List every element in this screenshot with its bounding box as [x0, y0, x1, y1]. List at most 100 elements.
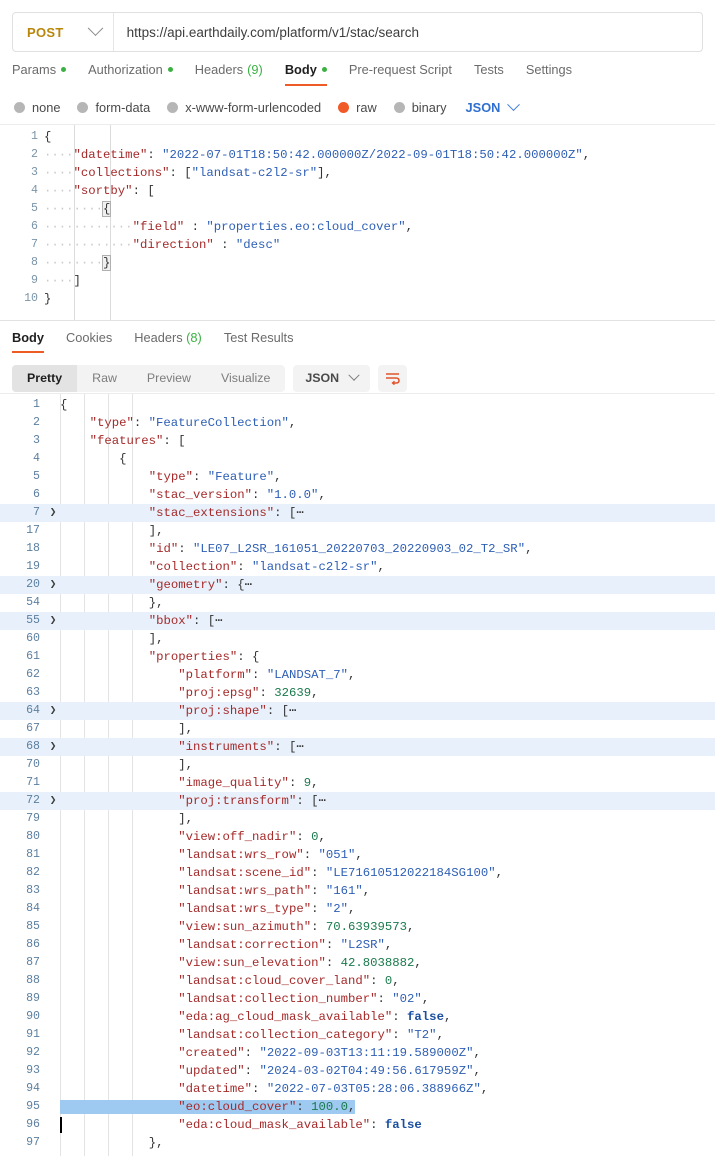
fold-toggle-icon[interactable]: ❯ — [46, 504, 60, 522]
code-line[interactable]: 17 ], — [0, 522, 715, 540]
response-tab-body[interactable]: Body — [12, 330, 44, 353]
tab-headers[interactable]: Headers (9) — [195, 62, 274, 86]
code-line[interactable]: 7 ············"direction" : "desc" — [0, 236, 715, 254]
code-line[interactable]: 62 "platform": "LANDSAT_7", — [0, 666, 715, 684]
tab-authorization[interactable]: Authorization — [88, 62, 184, 86]
code-line[interactable]: 61 "properties": { — [0, 648, 715, 666]
fold-toggle-icon[interactable]: ❯ — [46, 702, 60, 720]
code-line[interactable]: 80 "view:off_nadir": 0, — [0, 828, 715, 846]
code-line[interactable]: 4 { — [0, 450, 715, 468]
code-line[interactable]: 10} — [0, 290, 715, 308]
code-line[interactable]: 67 ], — [0, 720, 715, 738]
fold-toggle-icon[interactable]: ❯ — [46, 792, 60, 810]
body-type-raw[interactable]: raw — [338, 100, 377, 115]
code-line[interactable]: 60 ], — [0, 630, 715, 648]
code-line[interactable]: 8 ········} — [0, 254, 715, 272]
method-selector[interactable]: POST — [13, 13, 114, 51]
body-type-binary[interactable]: binary — [393, 100, 447, 115]
code-line[interactable]: 1{ — [0, 396, 715, 414]
line-content: "landsat:collection_category": "T2", — [178, 1028, 444, 1042]
code-line[interactable]: 70 ], — [0, 756, 715, 774]
code-line[interactable]: 87 "view:sun_elevation": 42.8038882, — [0, 954, 715, 972]
code-line[interactable]: 92 "created": "2022-09-03T13:11:19.58900… — [0, 1044, 715, 1062]
code-line[interactable]: 86 "landsat:correction": "L2SR", — [0, 936, 715, 954]
code-line[interactable]: 5 ········{ — [0, 200, 715, 218]
code-line[interactable]: 95 "eo:cloud_cover": 100.0, — [0, 1098, 715, 1116]
code-line[interactable]: 3 "features": [ — [0, 432, 715, 450]
code-line[interactable]: 55 ❯ "bbox": [⋯ — [0, 612, 715, 630]
line-number: 97 — [26, 1136, 40, 1149]
tab-params[interactable]: Params — [12, 62, 77, 86]
body-type-none[interactable]: none — [14, 100, 60, 115]
code-line[interactable]: 7 ❯ "stac_extensions": [⋯ — [0, 504, 715, 522]
code-line[interactable]: 97 }, — [0, 1134, 715, 1152]
code-line[interactable]: 88 "landsat:cloud_cover_land": 0, — [0, 972, 715, 990]
code-line[interactable]: 5 "type": "Feature", — [0, 468, 715, 486]
line-number: 80 — [26, 830, 40, 843]
body-type-form-data[interactable]: form-data — [77, 100, 150, 115]
line-content: "stac_extensions": [⋯ — [148, 506, 304, 520]
line-number: 7 — [33, 506, 40, 519]
code-line[interactable]: 81 "landsat:wrs_row": "051", — [0, 846, 715, 864]
tab-tests[interactable]: Tests — [474, 62, 515, 86]
code-line[interactable]: 6 ············"field" : "properties.eo:cl… — [0, 218, 715, 236]
response-tab-headers[interactable]: Headers (8) — [134, 330, 202, 353]
code-line[interactable]: 84 "landsat:wrs_type": "2", — [0, 900, 715, 918]
code-line[interactable]: 79 ], — [0, 810, 715, 828]
code-line[interactable]: 96 "eda:cloud_mask_available": false — [0, 1116, 715, 1134]
line-number: 82 — [26, 866, 40, 879]
wrap-lines-button[interactable] — [378, 364, 408, 392]
code-line[interactable]: 2 "type": "FeatureCollection", — [0, 414, 715, 432]
code-line[interactable]: 90 "eda:ag_cloud_mask_available": false, — [0, 1008, 715, 1026]
body-format-selector[interactable]: JSON — [466, 97, 521, 115]
code-line[interactable]: 4 ····"sortby": [ — [0, 182, 715, 200]
code-line[interactable]: 68 ❯ "instruments": [⋯ — [0, 738, 715, 756]
radio-icon — [77, 101, 89, 113]
line-number: 89 — [26, 992, 40, 1005]
response-tab-test-results[interactable]: Test Results — [224, 330, 294, 353]
request-body-editor[interactable]: 1{2 ····"datetime": "2022-07-01T18:50:42.… — [0, 124, 715, 321]
tab-settings[interactable]: Settings — [526, 62, 583, 86]
body-type-urlencoded[interactable]: x-www-form-urlencoded — [167, 100, 321, 115]
format-pretty[interactable]: Pretty — [12, 364, 78, 392]
fold-toggle-icon[interactable]: ❯ — [46, 576, 60, 594]
code-line[interactable]: 6 "stac_version": "1.0.0", — [0, 486, 715, 504]
code-line[interactable]: 93 "updated": "2024-03-02T04:49:56.61795… — [0, 1062, 715, 1080]
code-line[interactable]: 91 "landsat:collection_category": "T2", — [0, 1026, 715, 1044]
code-line[interactable]: 63 "proj:epsg": 32639, — [0, 684, 715, 702]
tab-body[interactable]: Body — [284, 62, 338, 86]
code-line[interactable]: 1{ — [0, 128, 715, 146]
tab-headers-label: Headers — [194, 62, 244, 77]
fold-toggle-icon[interactable]: ❯ — [46, 738, 60, 756]
code-line[interactable]: 3 ····"collections": ["landsat-c2l2-sr"], — [0, 164, 715, 182]
response-format-selector[interactable]: JSON — [293, 364, 371, 392]
line-number: 5 — [31, 202, 38, 215]
code-line[interactable]: 72 ❯ "proj:transform": [⋯ — [0, 792, 715, 810]
code-line[interactable]: 2 ····"datetime": "2022-07-01T18:50:42.00… — [0, 146, 715, 164]
code-line[interactable]: 85 "view:sun_azimuth": 70.63939573, — [0, 918, 715, 936]
code-line[interactable]: 83 "landsat:wrs_path": "161", — [0, 882, 715, 900]
code-line[interactable]: 9 ····] — [0, 272, 715, 290]
format-raw[interactable]: Raw — [77, 365, 132, 392]
code-line[interactable]: 94 "datetime": "2022-07-03T05:28:06.3889… — [0, 1080, 715, 1098]
code-line[interactable]: 19 "collection": "landsat-c2l2-sr", — [0, 558, 715, 576]
url-input[interactable]: https://api.earthdaily.com/platform/v1/s… — [114, 13, 702, 51]
tab-pre-request-script[interactable]: Pre-request Script — [349, 62, 463, 86]
response-tab-cookies[interactable]: Cookies — [66, 330, 112, 353]
code-line[interactable]: 82 "landsat:scene_id": "LE71610512022184… — [0, 864, 715, 882]
line-number: 88 — [26, 974, 40, 987]
code-line[interactable]: 18 "id": "LE07_L2SR_161051_20220703_2022… — [0, 540, 715, 558]
code-line[interactable]: 64 ❯ "proj:shape": [⋯ — [0, 702, 715, 720]
response-body-viewer[interactable]: 1{2 "type": "FeatureCollection", 3 "featu… — [0, 394, 715, 1156]
code-line[interactable]: 71 "image_quality": 9, — [0, 774, 715, 792]
format-preview[interactable]: Preview — [132, 365, 206, 392]
code-line[interactable]: 89 "landsat:collection_number": "02", — [0, 990, 715, 1008]
url-bar: POST https://api.earthdaily.com/platform… — [12, 12, 703, 52]
response-format-row: Pretty Raw Preview Visualize JSON — [0, 353, 715, 393]
format-visualize[interactable]: Visualize — [206, 365, 285, 392]
line-number: 20 — [26, 578, 40, 591]
line-content: "proj:shape": [⋯ — [178, 704, 297, 718]
code-line[interactable]: 54 }, — [0, 594, 715, 612]
fold-toggle-icon[interactable]: ❯ — [46, 612, 60, 630]
code-line[interactable]: 20 ❯ "geometry": {⋯ — [0, 576, 715, 594]
